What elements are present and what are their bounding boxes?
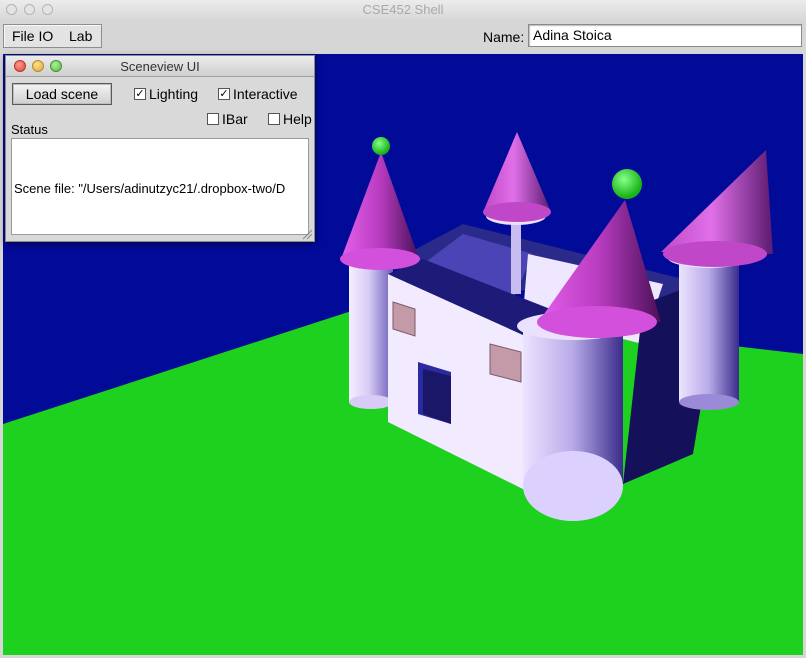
menu-group: File IO Lab [3, 24, 102, 48]
name-label: Name: [483, 29, 525, 45]
left-ball [372, 137, 390, 155]
lighting-label: Lighting [149, 86, 199, 102]
ibar-label: IBar [222, 111, 248, 127]
right-rear-cone [661, 150, 773, 254]
ibar-checkbox[interactable] [207, 113, 219, 125]
left-cone [341, 152, 419, 259]
help-checkbox[interactable] [268, 113, 280, 125]
panel-title: Sceneview UI [120, 59, 200, 74]
help-label: Help [283, 111, 312, 127]
status-text-area[interactable]: Scene file: "/Users/adinutzyc21/.dropbox… [11, 138, 309, 235]
interactive-checkbox[interactable]: ✓ [218, 88, 230, 100]
panel-title-bar[interactable]: Sceneview UI [6, 56, 314, 77]
name-input[interactable]: Adina Stoica [528, 24, 802, 47]
menu-lab[interactable]: Lab [69, 28, 92, 44]
status-label: Status [11, 122, 48, 137]
lighting-checkbox[interactable]: ✓ [134, 88, 146, 100]
window-title: CSE452 Shell [362, 2, 444, 17]
front-right-ball [612, 169, 642, 199]
resize-grip-icon[interactable] [301, 228, 313, 240]
sceneview-panel: Sceneview UI Load scene ✓ Lighting ✓ Int… [5, 55, 315, 242]
status-text: Scene file: "/Users/adinutzyc21/.dropbox… [14, 181, 286, 196]
window-title-bar: CSE452 Shell [0, 0, 806, 21]
menu-file-io[interactable]: File IO [12, 28, 53, 44]
back-cone [483, 132, 551, 212]
interactive-label: Interactive [233, 86, 298, 102]
menu-bar: File IO Lab Name: Adina Stoica [0, 20, 806, 54]
load-scene-button[interactable]: Load scene [12, 83, 112, 105]
